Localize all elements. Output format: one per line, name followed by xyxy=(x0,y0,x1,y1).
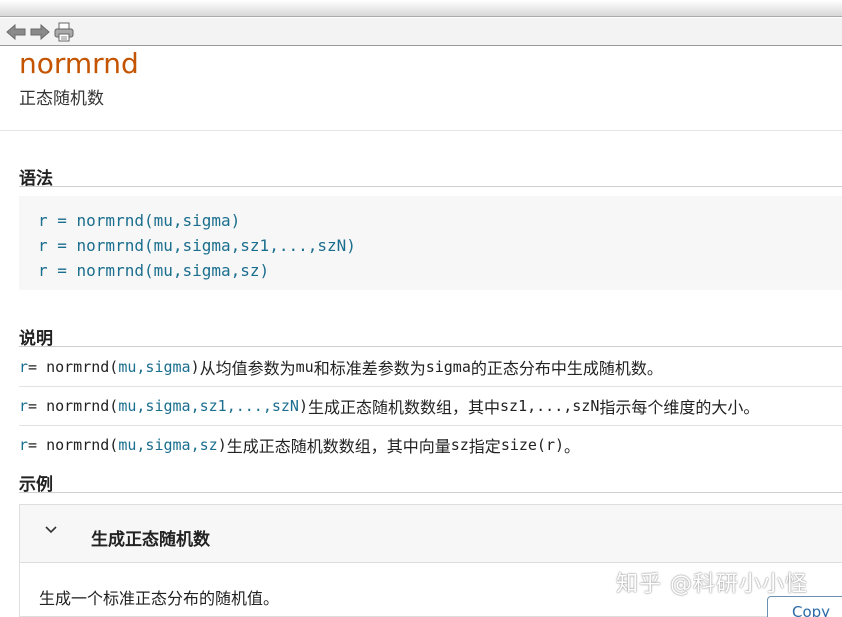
description-row: r = normrnd( mu,sigma,sz1,...,szN ) 生成正态… xyxy=(19,387,842,425)
return-var-link[interactable]: r xyxy=(19,397,28,415)
syntax-line[interactable]: r = normrnd(mu,sigma) xyxy=(38,208,842,233)
function-call: = normrnd( xyxy=(28,358,119,376)
code-term: size(r) xyxy=(500,436,565,454)
code-term: sz1,...,szN xyxy=(500,397,600,415)
forward-arrow-icon[interactable] xyxy=(28,20,52,44)
args-link[interactable]: mu,sigma xyxy=(118,358,190,376)
args-link[interactable]: mu,sigma,sz xyxy=(118,436,217,454)
example-panel: 生成正态随机数 生成一个标准正态分布的随机值。 xyxy=(19,504,842,617)
code-term: sigma xyxy=(425,358,471,376)
divider xyxy=(19,492,842,493)
description-row: r = normrnd( mu,sigma ) 从均值参数为 mu 和标准差参数… xyxy=(19,348,842,386)
watermark: 知乎 @科研小小怪 xyxy=(616,572,808,597)
description-text: 。 xyxy=(564,437,581,456)
function-call: = normrnd( xyxy=(28,436,119,454)
description-text: 和标准差参数为 xyxy=(313,359,426,378)
function-call-close: ) xyxy=(190,358,200,376)
syntax-code-block: r = normrnd(mu,sigma) r = normrnd(mu,sig… xyxy=(19,196,842,290)
function-call-close: ) xyxy=(298,397,308,415)
return-var-link[interactable]: r xyxy=(19,436,28,454)
chevron-down-icon[interactable] xyxy=(42,521,60,539)
description-text: 指定 xyxy=(468,437,501,456)
code-term: mu xyxy=(295,358,314,376)
page-subtitle: 正态随机数 xyxy=(19,89,104,109)
code-term: sz xyxy=(450,436,469,454)
syntax-line[interactable]: r = normrnd(mu,sigma,sz1,...,szN) xyxy=(38,233,842,258)
description-row: r = normrnd( mu,sigma,sz ) 生成正态随机数数组，其中向… xyxy=(19,426,842,464)
example-description: 生成一个标准正态分布的随机值。 xyxy=(39,589,280,608)
toolbar xyxy=(0,18,842,46)
syntax-line[interactable]: r = normrnd(mu,sigma,sz) xyxy=(38,258,842,283)
printer-icon[interactable] xyxy=(52,20,76,44)
page-title: normrnd xyxy=(19,47,139,80)
description-text: 指示每个维度的大小。 xyxy=(599,398,760,417)
description-text: 生成正态随机数数组，其中向量 xyxy=(226,437,451,456)
example-header[interactable]: 生成正态随机数 xyxy=(20,505,842,563)
back-arrow-icon[interactable] xyxy=(4,20,28,44)
copy-button[interactable]: Copy xyxy=(767,596,842,617)
args-link[interactable]: mu,sigma,sz1,...,szN xyxy=(118,397,299,415)
return-var-link[interactable]: r xyxy=(19,358,28,376)
example-title[interactable]: 生成正态随机数 xyxy=(91,525,210,550)
description-text: 的正态分布中生成随机数。 xyxy=(470,359,663,378)
description-text: 从均值参数为 xyxy=(199,359,296,378)
window-top-bar xyxy=(0,0,842,17)
divider xyxy=(19,186,842,187)
function-call: = normrnd( xyxy=(28,397,119,415)
function-call-close: ) xyxy=(217,436,227,454)
divider xyxy=(0,130,842,131)
description-text: 生成正态随机数数组，其中 xyxy=(308,398,501,417)
divider xyxy=(19,346,842,347)
